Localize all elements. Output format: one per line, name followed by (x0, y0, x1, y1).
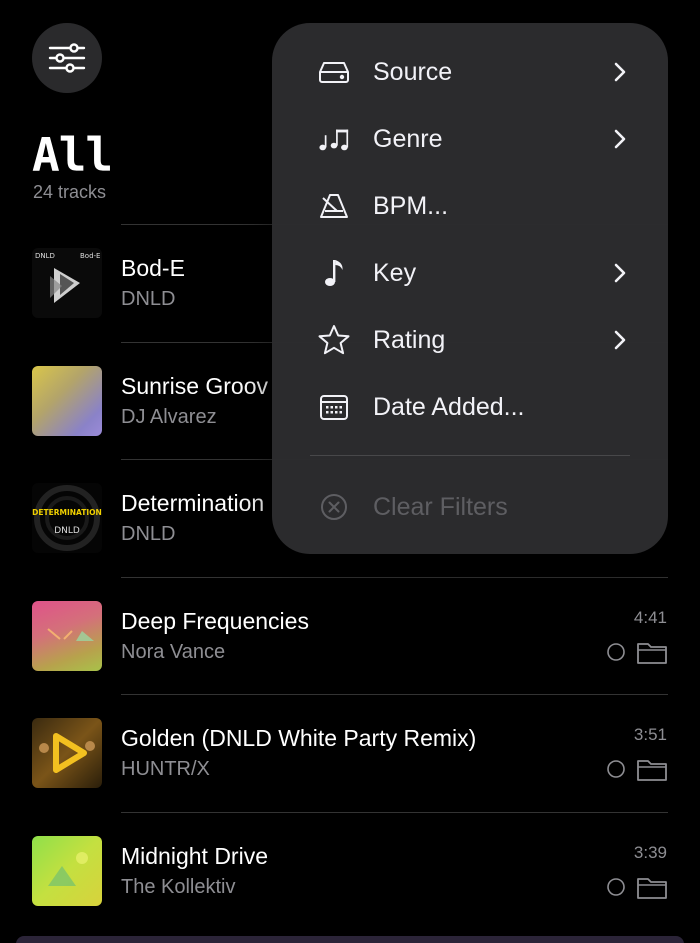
track-count: 24 tracks (33, 182, 107, 202)
drive-icon (318, 56, 350, 88)
menu-item-label: Source (373, 57, 453, 86)
album-art (32, 835, 102, 906)
album-art: DETERMINATION DNLD (32, 483, 102, 553)
track-row[interactable]: Deep Frequencies Nora Vance 4:41 (0, 576, 700, 695)
sliders-icon (48, 43, 86, 73)
menu-item-label: Genre (373, 124, 443, 153)
circle-icon[interactable] (606, 759, 626, 779)
circle-icon[interactable] (606, 642, 626, 662)
chevron-right-icon (614, 330, 626, 350)
track-artist: Nora Vance (121, 640, 226, 663)
clear-filters-button[interactable]: Clear Filters (272, 474, 668, 540)
album-art (32, 718, 102, 788)
track-duration: 3:39 (633, 842, 667, 862)
svg-text:DNLD: DNLD (35, 252, 55, 260)
clear-filters-label: Clear Filters (373, 492, 508, 521)
menu-item-key[interactable]: Key (272, 240, 668, 306)
track-title: Deep Frequencies (121, 607, 309, 634)
music-notes-icon (318, 123, 350, 155)
menu-divider (310, 455, 630, 456)
svg-text:DETERMINATION: DETERMINATION (32, 508, 102, 517)
track-artist: HUNTR/X (121, 758, 210, 780)
track-title: Bod-E (121, 255, 185, 281)
menu-item-genre[interactable]: Genre (272, 106, 668, 172)
track-title: Sunrise Groov (121, 372, 269, 399)
album-art (32, 365, 102, 436)
circle-icon[interactable] (606, 877, 626, 897)
calendar-icon (318, 391, 350, 423)
chevron-right-icon (614, 263, 626, 283)
album-art: DNLD Bod-E (32, 248, 102, 318)
menu-item-label: Key (373, 258, 417, 287)
star-icon (318, 324, 350, 356)
menu-item-label: Date Added... (373, 392, 525, 421)
mini-player-edge[interactable] (16, 936, 684, 943)
filter-button[interactable] (32, 23, 102, 93)
folder-icon[interactable] (636, 639, 668, 665)
track-row[interactable]: Midnight Drive The Kollektiv 3:39 (0, 811, 700, 930)
chevron-right-icon (614, 62, 626, 82)
menu-item-date-added[interactable]: Date Added... (272, 374, 668, 440)
filter-menu: Source Genre BPM... Key Rating Date Adde (272, 23, 668, 554)
metronome-icon (318, 190, 350, 222)
menu-item-label: Rating (373, 325, 446, 354)
menu-item-label: BPM... (373, 191, 449, 220)
folder-icon[interactable] (636, 874, 668, 900)
chevron-right-icon (614, 129, 626, 149)
track-title: Golden (DNLD White Party Remix) (121, 725, 477, 751)
menu-item-bpm[interactable]: BPM... (272, 173, 668, 239)
menu-item-source[interactable]: Source (272, 39, 668, 105)
track-title: Determination (121, 490, 265, 516)
album-art (32, 600, 102, 671)
svg-text:Bod-E: Bod-E (80, 252, 100, 260)
folder-icon[interactable] (636, 756, 668, 782)
track-row[interactable]: Golden (DNLD White Party Remix) HUNTR/X … (0, 694, 700, 812)
track-duration: 4:41 (633, 607, 667, 627)
track-artist: The Kollektiv (121, 875, 236, 898)
track-artist: DNLD (121, 523, 176, 545)
svg-text:DNLD: DNLD (54, 526, 80, 536)
page-title: All (32, 128, 113, 182)
menu-item-rating[interactable]: Rating (272, 307, 668, 373)
music-note-icon (318, 257, 350, 289)
track-artist: DNLD (121, 288, 176, 310)
track-duration: 3:51 (633, 725, 667, 744)
x-circle-icon (318, 491, 350, 523)
track-artist: DJ Alvarez (121, 405, 217, 428)
track-title: Midnight Drive (121, 842, 268, 869)
